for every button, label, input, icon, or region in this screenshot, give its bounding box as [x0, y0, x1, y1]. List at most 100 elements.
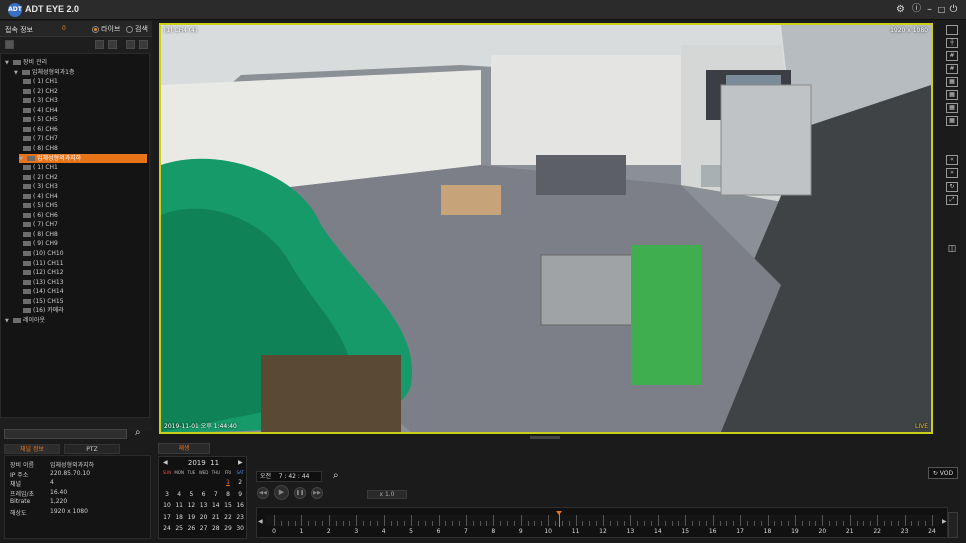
tree-item-channel[interactable]: ( 6) CH6: [23, 211, 58, 220]
calendar-day[interactable]: 23: [234, 514, 246, 521]
calendar-day[interactable]: 9: [234, 491, 246, 498]
tree-item-group[interactable]: ▼ 입체성형외과지하: [19, 153, 147, 163]
layout-8-icon[interactable]: ▦: [946, 90, 958, 100]
settings-gear-icon[interactable]: ⚙: [894, 3, 907, 16]
tree-item-channel[interactable]: (10) CH10: [23, 249, 64, 258]
time-search-icon[interactable]: ⌕: [333, 470, 339, 481]
tree-item-group[interactable]: ▼ 입체성형외과1층: [14, 68, 74, 77]
calendar-day[interactable]: 12: [185, 502, 197, 509]
calendar-day[interactable]: 21: [210, 514, 222, 521]
calendar-day[interactable]: 5: [185, 491, 197, 498]
calendar-day[interactable]: 3: [161, 491, 173, 498]
expand-chevron-icon[interactable]: ▼: [5, 317, 13, 326]
calendar-day[interactable]: 18: [173, 514, 185, 521]
tree-item-channel[interactable]: ( 6) CH6: [23, 125, 58, 134]
tree-item-channel[interactable]: ( 5) CH5: [23, 201, 58, 210]
calendar-day[interactable]: 6: [198, 491, 210, 498]
layout-10-icon[interactable]: ▦: [946, 103, 958, 113]
edit-icon[interactable]: [126, 40, 135, 49]
layout-6-icon[interactable]: ▦: [946, 77, 958, 87]
calendar-day[interactable]: 14: [210, 502, 222, 509]
fast-forward-icon[interactable]: ▶▶: [311, 487, 323, 499]
calendar-day[interactable]: 25: [173, 525, 185, 532]
tree-item-channel[interactable]: ( 9) CH9: [23, 239, 58, 248]
calendar-day[interactable]: 17: [161, 514, 173, 521]
timeline-prev-icon[interactable]: ◀: [258, 518, 263, 525]
calendar-next-icon[interactable]: ▶: [238, 459, 243, 466]
tree-item-channel[interactable]: (16) 카메라: [23, 306, 64, 315]
radio-search[interactable]: 검색: [126, 24, 148, 34]
calendar-day[interactable]: 13: [198, 502, 210, 509]
calendar-day[interactable]: 7: [210, 491, 222, 498]
pause-icon[interactable]: ❚❚: [294, 487, 306, 499]
info-icon[interactable]: ⓘ: [910, 3, 923, 16]
expand-chevron-icon[interactable]: ▼: [14, 69, 22, 78]
capture-icon[interactable]: ◫: [946, 245, 958, 255]
prev-page-icon[interactable]: «: [946, 155, 958, 165]
tree-item-channel[interactable]: (12) CH12: [23, 268, 64, 277]
search-icon[interactable]: ⌕: [135, 427, 141, 438]
tree-item-channel[interactable]: ( 2) CH2: [23, 87, 58, 96]
rewind-icon[interactable]: ◀◀: [257, 487, 269, 499]
tree-item-channel[interactable]: ( 1) CH1: [23, 77, 58, 86]
timeline[interactable]: ◀ ▶ 0 1 2 3 4 5 6 7 8 9 10 11 12 13 14 15 16 17 18 19 20 21 22…: [256, 507, 948, 538]
group-icon[interactable]: [108, 40, 117, 49]
calendar-day[interactable]: 19: [185, 514, 197, 521]
calendar-day[interactable]: 22: [222, 514, 234, 521]
time-input[interactable]: 오전 7 : 42 : 44: [256, 471, 322, 482]
tree-item-group[interactable]: ▼ 장비 관리: [5, 58, 47, 67]
fullscreen-icon[interactable]: ⤢: [946, 195, 958, 205]
calendar-day[interactable]: 4: [173, 491, 185, 498]
tree-item-channel[interactable]: (14) CH14: [23, 287, 64, 296]
tree-item-channel[interactable]: (13) CH13: [23, 278, 64, 287]
timeline-zoom[interactable]: [948, 512, 958, 538]
calendar-day[interactable]: 11: [173, 502, 185, 509]
play-icon[interactable]: ▶: [274, 485, 289, 500]
power-icon[interactable]: ⏻: [947, 3, 960, 16]
calendar-day[interactable]: 2: [234, 479, 246, 486]
calendar-day[interactable]: 15: [222, 502, 234, 509]
expand-chevron-icon[interactable]: ▼: [5, 59, 13, 68]
calendar-day[interactable]: 20: [198, 514, 210, 521]
tree-item-channel[interactable]: ( 4) CH4: [23, 106, 58, 115]
layout-9-icon[interactable]: #: [946, 51, 958, 61]
tab-playback[interactable]: 재생: [158, 443, 210, 454]
calendar-day[interactable]: 10: [161, 502, 173, 509]
add-device-icon[interactable]: [95, 40, 104, 49]
tree-item-channel[interactable]: (11) CH11: [23, 259, 64, 268]
tree-item-channel[interactable]: ( 7) CH7: [23, 134, 58, 143]
tree-item-layout[interactable]: ▼ 레이아웃: [5, 316, 45, 325]
panel-splitter[interactable]: [530, 436, 560, 439]
playback-speed[interactable]: x 1.0: [367, 490, 407, 499]
tree-item-channel[interactable]: ( 3) CH3: [23, 96, 58, 105]
tree-item-channel[interactable]: ( 1) CH1: [23, 163, 58, 172]
calendar-day[interactable]: 30: [234, 525, 246, 532]
rotate-icon[interactable]: ↻: [946, 182, 958, 192]
vod-button[interactable]: ↻ VOD: [928, 467, 958, 479]
tree-item-channel[interactable]: ( 8) CH8: [23, 144, 58, 153]
layout-1-icon[interactable]: [946, 25, 958, 35]
tree-item-channel[interactable]: ( 2) CH2: [23, 173, 58, 182]
lock-icon[interactable]: [5, 40, 14, 49]
next-page-icon[interactable]: »: [946, 168, 958, 178]
calendar-day[interactable]: 29: [222, 525, 234, 532]
tree-item-channel[interactable]: ( 3) CH3: [23, 182, 58, 191]
calendar-day[interactable]: 1: [222, 479, 234, 486]
timeline-cursor-handle-icon[interactable]: [556, 511, 563, 515]
calendar-day[interactable]: 28: [210, 525, 222, 532]
calendar-day[interactable]: 27: [198, 525, 210, 532]
timeline-cursor[interactable]: [559, 513, 561, 527]
video-view[interactable]: [1] CH4 (4) 1920 x 1080 2019-11-01 오후 1:…: [159, 23, 933, 434]
calendar-day[interactable]: 16: [234, 502, 246, 509]
tree-item-channel[interactable]: (15) CH15: [23, 297, 64, 306]
tree-item-channel[interactable]: ( 7) CH7: [23, 220, 58, 229]
radio-live[interactable]: 라이브: [92, 24, 120, 34]
tree-search-input[interactable]: [4, 429, 127, 439]
tree-item-channel[interactable]: ( 4) CH4: [23, 192, 58, 201]
timeline-next-icon[interactable]: ▶: [942, 518, 947, 525]
tree-item-channel[interactable]: ( 5) CH5: [23, 115, 58, 124]
layout-4-icon[interactable]: ┼: [946, 38, 958, 48]
delete-icon[interactable]: [139, 40, 148, 49]
tree-item-channel[interactable]: ( 8) CH8: [23, 230, 58, 239]
calendar-day[interactable]: 8: [222, 491, 234, 498]
